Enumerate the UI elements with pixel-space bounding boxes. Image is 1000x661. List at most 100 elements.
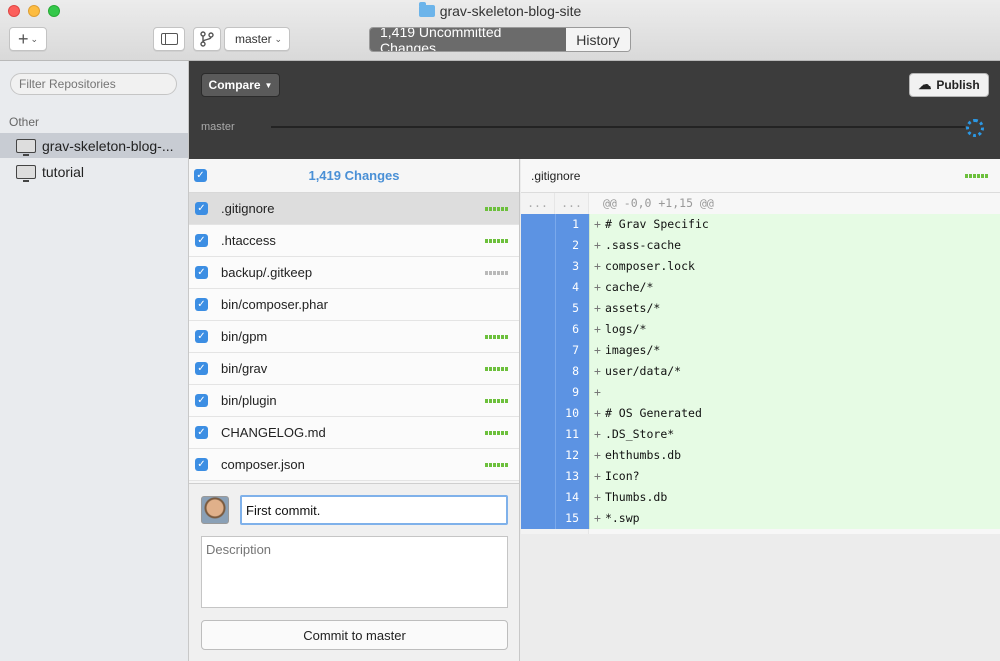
repository-sidebar: Other grav-skeleton-blog-... tutorial	[0, 61, 189, 661]
diff-line-text: # Grav Specific	[604, 217, 709, 231]
diff-line-text: cache/*	[604, 280, 654, 294]
new-line-number: 3	[555, 256, 589, 277]
filter-repositories-input[interactable]	[10, 73, 177, 95]
file-name: bin/grav	[221, 361, 268, 376]
diff-line-code: + # OS Generated	[589, 403, 1000, 424]
file-checkbox[interactable]: ✓	[195, 426, 208, 439]
change-indicator-icon	[965, 174, 988, 178]
file-checkbox[interactable]: ✓	[195, 202, 208, 215]
diff-line-text: .sass-cache	[604, 238, 682, 252]
commit-summary-input[interactable]	[240, 495, 508, 525]
branch-name-label: master	[201, 121, 235, 133]
old-line-number	[521, 235, 555, 256]
diff-line: 7 + images/*	[521, 340, 1000, 361]
branch-timeline	[271, 126, 965, 128]
added-marker: +	[594, 385, 601, 399]
diff-line-text: images/*	[604, 343, 661, 357]
old-line-number	[521, 277, 555, 298]
chevron-down-icon: ⌄	[30, 33, 39, 44]
diff-line-code: + .sass-cache	[589, 235, 1000, 256]
diff-line-text: # OS Generated	[604, 406, 702, 420]
diff-line-code: + cache/*	[589, 277, 1000, 298]
diff-line: 3 + composer.lock	[521, 256, 1000, 277]
title-bar: grav-skeleton-blog-site + ⌄ master ⌄ 1,41…	[0, 0, 1000, 61]
diff-line: 11 + .DS_Store*	[521, 424, 1000, 445]
old-line-number	[521, 424, 555, 445]
file-row[interactable]: ✓ bin/composer.phar	[189, 289, 519, 321]
view-switcher: 1,419 Uncommitted Changes History	[369, 27, 631, 52]
file-row[interactable]: ✓ bin/grav	[189, 353, 519, 385]
diff-line-code: + logs/*	[589, 319, 1000, 340]
old-line-number	[521, 298, 555, 319]
added-marker: +	[594, 322, 601, 336]
change-indicator-icon	[485, 239, 508, 243]
toggle-sidebar-button[interactable]	[153, 27, 185, 51]
file-checkbox[interactable]: ✓	[195, 266, 208, 279]
file-name: backup/.gitkeep	[221, 265, 313, 280]
sidebar-item-label: grav-skeleton-blog-...	[42, 137, 174, 154]
file-checkbox[interactable]: ✓	[195, 234, 208, 247]
sidebar-item-label: tutorial	[42, 163, 85, 180]
diff-line-code: + images/*	[589, 340, 1000, 361]
diff-file-name: .gitignore	[531, 168, 581, 183]
file-checkbox[interactable]: ✓	[195, 394, 208, 407]
diff-line: 13 + Icon?	[521, 466, 1000, 487]
file-row[interactable]: ✓ .gitignore	[189, 193, 519, 225]
change-indicator-icon	[485, 431, 508, 435]
new-line-number: 5	[555, 298, 589, 319]
old-line-number	[521, 382, 555, 403]
file-row[interactable]: ✓ backup/.gitkeep	[189, 257, 519, 289]
sidebar-item-tutorial[interactable]: tutorial	[0, 159, 188, 184]
diff-line-code: + # Grav Specific	[589, 214, 1000, 235]
branch-icon	[200, 31, 214, 47]
file-checkbox[interactable]: ✓	[195, 362, 208, 375]
diff-line-text: assets/*	[604, 301, 661, 315]
file-name: bin/plugin	[221, 393, 277, 408]
create-branch-button[interactable]	[193, 27, 221, 51]
added-marker: +	[594, 469, 601, 483]
publish-button[interactable]: ☁ Publish	[909, 73, 989, 97]
old-line-number	[521, 319, 555, 340]
file-checkbox[interactable]: ✓	[195, 458, 208, 471]
commit-button[interactable]: Commit to master	[201, 620, 508, 650]
file-row[interactable]: ✓ bin/gpm	[189, 321, 519, 353]
old-line-number	[521, 487, 555, 508]
added-marker: +	[594, 406, 601, 420]
old-line-number	[521, 214, 555, 235]
change-indicator-icon	[485, 207, 508, 211]
branch-select[interactable]: master ⌄	[224, 27, 290, 51]
file-checkbox[interactable]: ✓	[195, 330, 208, 343]
new-line-number: 6	[555, 319, 589, 340]
added-marker: +	[594, 280, 601, 294]
add-repository-button[interactable]: + ⌄	[9, 27, 47, 51]
added-marker: +	[594, 427, 601, 441]
diff-panel: .gitignore ... ... @@ -0,0 +1,15 @@ 1 + # …	[521, 159, 1000, 661]
diff-line-code: +	[589, 382, 1000, 403]
old-line-number	[521, 508, 555, 529]
diff-line-text: Thumbs.db	[604, 490, 668, 504]
file-row[interactable]: ✓ bin/plugin	[189, 385, 519, 417]
added-marker: +	[594, 448, 601, 462]
old-line-number	[521, 445, 555, 466]
new-line-number: 1	[555, 214, 589, 235]
tab-history[interactable]: History	[566, 28, 630, 51]
file-row[interactable]: ✓ .htaccess	[189, 225, 519, 257]
sidebar-item-grav-skeleton-blog[interactable]: grav-skeleton-blog-...	[0, 133, 188, 158]
diff-file-header: .gitignore	[521, 159, 1000, 193]
diff-line-code: + assets/*	[589, 298, 1000, 319]
branch-select-label: master	[235, 32, 272, 46]
file-name: CHANGELOG.md	[221, 425, 326, 440]
new-line-number: 4	[555, 277, 589, 298]
added-marker: +	[594, 364, 601, 378]
commit-description-input[interactable]	[201, 536, 508, 608]
tab-uncommitted-changes[interactable]: 1,419 Uncommitted Changes	[370, 28, 566, 51]
file-row[interactable]: ✓ composer.json	[189, 449, 519, 481]
file-row[interactable]: ✓ CHANGELOG.md	[189, 417, 519, 449]
added-marker: +	[594, 217, 601, 231]
change-indicator-icon	[485, 463, 508, 467]
file-checkbox[interactable]: ✓	[195, 298, 208, 311]
new-line-number: 10	[555, 403, 589, 424]
diff-lines: 1 + # Grav Specific 2 + .sass-cache 3 + composer…	[521, 214, 1000, 529]
compare-button[interactable]: Compare ▼	[201, 73, 280, 97]
computer-icon	[16, 164, 36, 182]
